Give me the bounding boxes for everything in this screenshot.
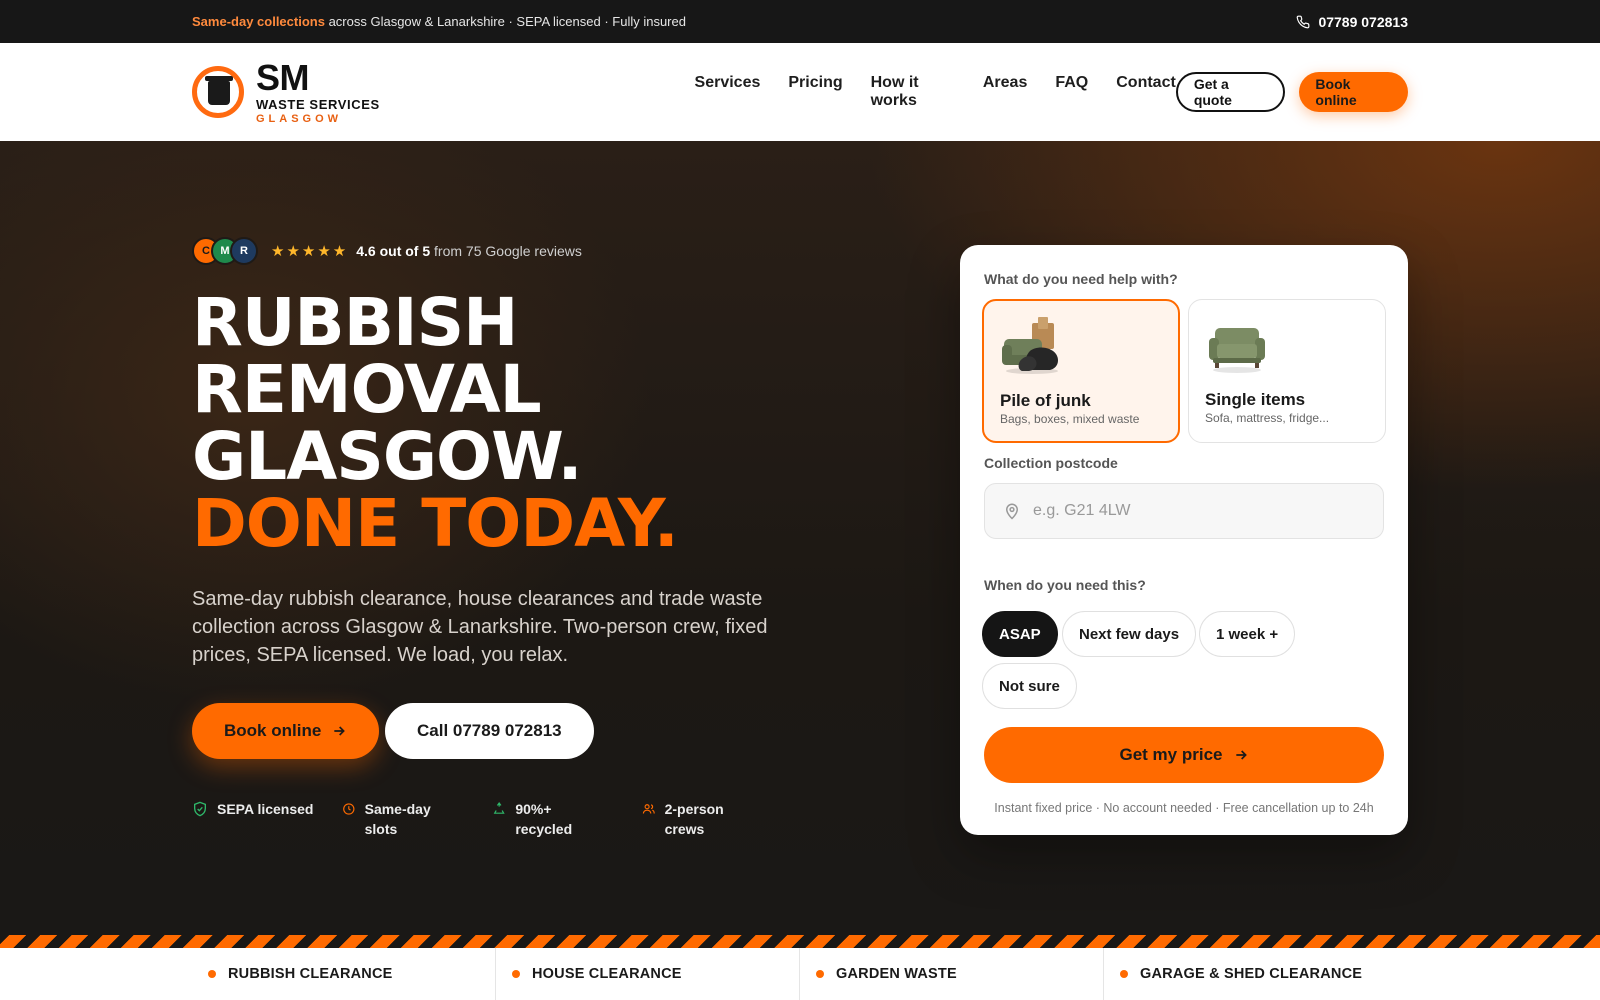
top-announcement-bar: Same-day collections across Glasgow & La… xyxy=(0,0,1600,43)
reviews-rating: C M R ★★★★★ 4.6 out of 5 from 75 Google … xyxy=(192,237,582,265)
site-logo[interactable]: SM WASTE SERVICES GLASGOW xyxy=(192,56,542,125)
service-garage-shed-clearance[interactable]: GARAGE & SHED CLEARANCE xyxy=(1104,948,1408,1000)
get-quote-button[interactable]: Get a quote xyxy=(1175,72,1286,112)
shield-check-icon xyxy=(194,801,206,817)
bullet-dot-icon xyxy=(816,970,824,978)
topbar-phone-number: 07789 072813 xyxy=(1318,13,1408,30)
book-online-label: Book online xyxy=(224,721,322,740)
nav-services[interactable]: Services xyxy=(695,74,761,110)
hazard-stripe-divider xyxy=(0,935,1600,948)
recycle-icon xyxy=(493,802,505,814)
sofa-icon xyxy=(1209,328,1265,373)
trust-item-crews: 2-person crews xyxy=(642,799,752,839)
timing-option-asap[interactable]: ASAP xyxy=(982,611,1058,657)
trust-label: 2-person crews xyxy=(664,801,724,837)
site-header: SM WASTE SERVICES GLASGOW Services Prici… xyxy=(0,43,1600,141)
option-title: Single items xyxy=(1205,390,1306,409)
service-label: HOUSE CLEARANCE xyxy=(532,966,682,982)
hero-headline: RUBBISH REMOVAL GLASGOW. DONE TODAY. xyxy=(192,284,679,562)
service-label: GARAGE & SHED CLEARANCE xyxy=(1140,966,1363,982)
headline-line: RUBBISH xyxy=(192,284,518,361)
avatar: R xyxy=(230,237,258,265)
rating-score: 4.6 out of 5 xyxy=(356,243,431,259)
get-price-label: Get my price xyxy=(1119,745,1223,764)
nav-areas[interactable]: Areas xyxy=(983,74,1027,110)
option-title: Pile of junk xyxy=(1000,391,1091,410)
rating-source: from 75 Google reviews xyxy=(430,243,582,259)
bullet-dot-icon xyxy=(1120,970,1128,978)
bullet-dot-icon xyxy=(512,970,520,978)
get-my-price-button[interactable]: Get my price xyxy=(984,727,1384,783)
headline-line: GLASGOW. xyxy=(192,418,583,495)
trust-label: 90%+ recycled xyxy=(515,801,573,837)
header-book-online-button[interactable]: Book online xyxy=(1299,72,1408,112)
postcode-input[interactable] xyxy=(1033,502,1373,520)
hero-lead-text: Same-day rubbish clearance, house cleara… xyxy=(192,588,768,666)
trust-item-recycled: 90%+ recycled xyxy=(492,799,602,839)
option-pile-of-junk[interactable]: Pile of junk Bags, boxes, mixed waste xyxy=(982,299,1180,443)
nav-pricing[interactable]: Pricing xyxy=(788,74,842,110)
trust-label: SEPA licensed xyxy=(217,801,314,817)
trust-item-same-day: Same-day slots xyxy=(342,799,452,839)
junk-pile-icon xyxy=(1002,317,1058,374)
bullet-dot-icon xyxy=(208,970,216,978)
wheelie-bin-logo-icon xyxy=(192,66,244,118)
option-subtitle: Bags, boxes, mixed waste xyxy=(1000,412,1140,426)
hero-book-online-button[interactable]: Book online xyxy=(192,703,380,759)
option-subtitle: Sofa, mattress, fridge... xyxy=(1205,411,1330,425)
service-label: GARDEN WASTE xyxy=(836,966,957,982)
service-label: RUBBISH CLEARANCE xyxy=(228,966,393,982)
logo-title: SM xyxy=(256,56,309,98)
main-nav: Services Pricing How it works Areas FAQ … xyxy=(695,74,1176,110)
service-garden-waste[interactable]: GARDEN WASTE xyxy=(800,948,1104,1000)
nav-faq[interactable]: FAQ xyxy=(1055,74,1088,110)
hero-section: C M R ★★★★★ 4.6 out of 5 from 75 Google … xyxy=(0,141,1600,935)
users-icon xyxy=(642,804,655,814)
help-question-label: What do you need help with? xyxy=(984,271,1178,287)
arrow-right-icon xyxy=(334,726,346,736)
service-house-clearance[interactable]: HOUSE CLEARANCE xyxy=(496,948,800,1000)
logo-subtitle: WASTE SERVICES xyxy=(256,96,380,112)
clock-icon xyxy=(343,803,355,815)
map-pin-icon xyxy=(1005,503,1019,520)
logo-location: GLASGOW xyxy=(256,112,343,125)
announcement-highlight: Same-day collections xyxy=(192,14,325,29)
timing-option-next-few-days[interactable]: Next few days xyxy=(1062,611,1197,657)
timing-question-label: When do you need this? xyxy=(984,577,1146,593)
phone-icon xyxy=(1297,15,1310,28)
rating-text: 4.6 out of 5 from 75 Google reviews xyxy=(356,243,582,259)
service-rubbish-clearance[interactable]: RUBBISH CLEARANCE xyxy=(192,948,496,1000)
announcement-rest: across Glasgow & Lanarkshire · SEPA lice… xyxy=(324,14,686,29)
trust-item-sepa: SEPA licensed xyxy=(192,799,313,819)
headline-line: REMOVAL xyxy=(192,351,542,428)
timing-option-not-sure[interactable]: Not sure xyxy=(982,663,1077,709)
quote-form-card: What do you need help with? Pile of junk… xyxy=(960,245,1408,835)
trust-label: Same-day slots xyxy=(364,801,431,837)
star-rating-icon: ★★★★★ xyxy=(271,243,349,260)
timing-option-1-week[interactable]: 1 week + xyxy=(1199,611,1296,657)
topbar-phone-link[interactable]: 07789 072813 xyxy=(1296,14,1408,30)
headline-accent: DONE TODAY. xyxy=(192,485,679,562)
services-strip: RUBBISH CLEARANCE HOUSE CLEARANCE GARDEN… xyxy=(0,948,1600,1000)
announcement-text: Same-day collections across Glasgow & La… xyxy=(192,14,686,29)
hero-call-button[interactable]: Call 07789 072813 xyxy=(385,703,594,759)
option-single-items[interactable]: Single items Sofa, mattress, fridge... xyxy=(1188,299,1386,443)
postcode-label: Collection postcode xyxy=(984,455,1118,471)
nav-how-it-works[interactable]: How it works xyxy=(871,74,955,110)
postcode-field[interactable] xyxy=(984,483,1384,539)
quote-footnote: Instant fixed price · No account needed … xyxy=(994,801,1374,815)
arrow-right-icon xyxy=(1235,750,1247,760)
nav-contact[interactable]: Contact xyxy=(1116,74,1176,110)
